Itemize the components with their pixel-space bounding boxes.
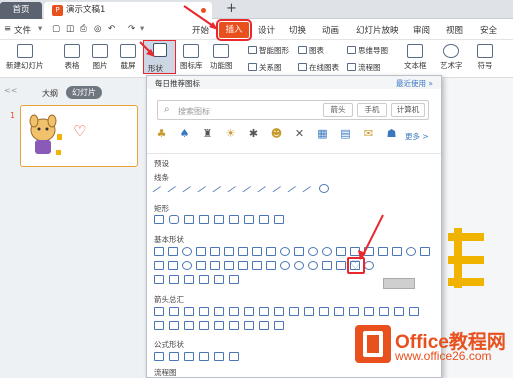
watermark-url: www.office26.com <box>395 349 492 363</box>
office-logo-icon <box>355 325 391 363</box>
office26-watermark: Office教程网 www.office26.com <box>355 325 513 375</box>
annotation-arrows <box>139 5 384 260</box>
